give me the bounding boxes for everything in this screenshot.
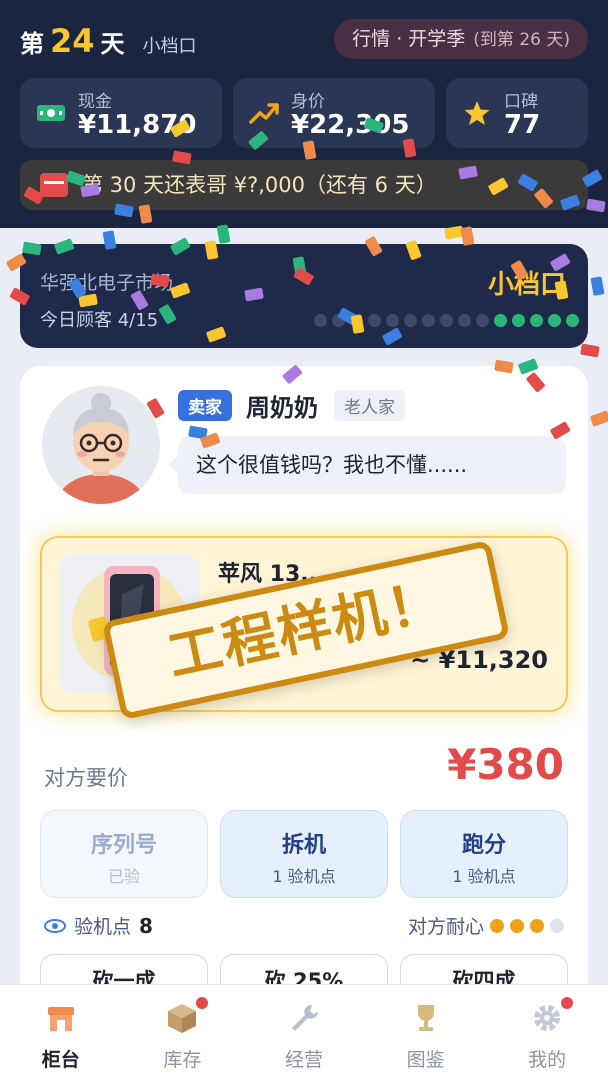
customer-dot	[476, 314, 489, 327]
inspection-points-value: 8	[139, 913, 153, 938]
customer-dot	[350, 314, 363, 327]
speech-bubble: 这个很值钱吗？我也不懂......	[168, 436, 566, 494]
eye-icon	[44, 918, 66, 933]
day-prefix: 第	[20, 30, 44, 58]
action-title: 拆机	[281, 833, 326, 858]
tab-collection[interactable]: 图鉴	[365, 985, 487, 1080]
action-title: 跑分	[461, 833, 506, 858]
market-event-label: 行情 · 开学季	[352, 28, 466, 50]
trade-card: 卖家 周奶奶 老人家 这个很值钱吗？我也不懂...... 苹风 13... ~ …	[20, 366, 588, 1014]
customer-dot	[494, 314, 507, 327]
action-cost: 1 验机点	[272, 867, 336, 886]
customer-dot	[404, 314, 417, 327]
customer-dot	[458, 314, 471, 327]
debt-notice-text: 第 30 天还表哥 ¥?,000（还有 6 天）	[82, 173, 437, 197]
confetti-piece	[580, 343, 600, 358]
tab-operations[interactable]: 经营	[243, 985, 365, 1080]
customer-dot	[368, 314, 381, 327]
confetti-piece	[460, 226, 475, 246]
patience-dot	[510, 918, 524, 933]
ask-price-value: ¥380	[447, 740, 564, 789]
gear-icon	[534, 1005, 561, 1031]
tab-profile[interactable]: 我的	[486, 985, 608, 1080]
customer-count: 今日顾客 4/15	[40, 310, 159, 331]
top-status-bar: 第 24 天 小档口 行情 · 开学季 (到第 26 天) 现金 ¥11,870 …	[0, 0, 608, 228]
action-title: 序列号	[90, 833, 157, 858]
teardown-button[interactable]: 拆机 1 验机点	[220, 810, 388, 898]
stat-value: ¥11,870	[78, 110, 197, 140]
customer-dot	[512, 314, 525, 327]
customer-avatar	[42, 386, 160, 504]
trend-up-icon	[249, 103, 279, 124]
tab-label: 柜台	[41, 1049, 80, 1071]
stat-label: 现金	[78, 92, 112, 112]
action-cost: 1 验机点	[452, 867, 516, 886]
notification-dot	[561, 997, 574, 1009]
location-banner: 华强北电子市场 今日顾客 4/15 小档口	[20, 244, 588, 348]
customer-name: 周奶奶	[246, 394, 318, 422]
grandma-avatar-icon	[57, 393, 145, 504]
wrench-icon	[291, 1005, 318, 1031]
tab-label: 图鉴	[406, 1049, 445, 1071]
customer-dot	[422, 314, 435, 327]
trophy-icon	[417, 1005, 434, 1031]
day-suffix: 天	[100, 30, 125, 58]
market-event-badge[interactable]: 行情 · 开学季 (到第 26 天)	[334, 19, 588, 59]
tab-label: 经营	[284, 1049, 323, 1071]
inspection-points: 验机点 8	[44, 912, 153, 939]
stat-value: ¥22,305	[291, 110, 410, 140]
patience-meter: 对方耐心	[408, 912, 564, 939]
stat-cash: 现金 ¥11,870	[20, 78, 222, 148]
shop-tier-tag: 小档口	[487, 270, 566, 300]
patience-label: 对方耐心	[407, 916, 484, 938]
market-event-until: (到第 26 天)	[473, 30, 570, 50]
confetti-piece	[590, 410, 608, 427]
tab-inventory[interactable]: 库存	[122, 985, 244, 1080]
inspection-points-label: 验机点	[74, 916, 132, 938]
stat-label: 身价	[291, 92, 325, 112]
stat-reputation: 口碑 77	[446, 78, 588, 148]
customer-dot	[332, 314, 345, 327]
ask-price-label: 对方要价	[44, 766, 128, 790]
patience-dots	[490, 918, 564, 933]
customer-dot	[386, 314, 399, 327]
customer-dot	[548, 314, 561, 327]
customer-dot	[314, 314, 327, 327]
star-icon	[464, 101, 490, 125]
notification-dot	[196, 997, 209, 1009]
customer-dot	[440, 314, 453, 327]
box-icon	[168, 1004, 197, 1033]
customer-dot	[566, 314, 579, 327]
tab-label: 库存	[163, 1049, 202, 1071]
tab-label: 我的	[528, 1049, 567, 1071]
cash-icon	[37, 105, 65, 121]
stat-label: 口碑	[504, 92, 538, 112]
customer-progress-dots	[314, 314, 579, 327]
confetti-piece	[590, 276, 605, 296]
day-counter: 第 24 天 小档口	[20, 22, 197, 60]
patience-dot	[490, 918, 504, 933]
stat-net-worth: 身价 ¥22,305	[233, 78, 435, 148]
customer-type-tag: 老人家	[334, 390, 405, 421]
location-name: 华强北电子市场	[40, 272, 174, 294]
tab-counter[interactable]: 柜台	[0, 985, 122, 1080]
role-badge: 卖家	[178, 390, 232, 421]
check-serial-button[interactable]: 序列号 已验	[40, 810, 208, 898]
benchmark-button[interactable]: 跑分 1 验机点	[400, 810, 568, 898]
shop-icon	[47, 1007, 74, 1031]
bottom-nav: 柜台 库存 经营 图鉴 我的	[0, 984, 608, 1080]
stat-value: 77	[504, 110, 541, 140]
customer-dot	[530, 314, 543, 327]
shop-level: 小档口	[142, 36, 197, 57]
day-number: 24	[50, 22, 95, 60]
patience-dot	[530, 918, 544, 933]
patience-dot	[550, 918, 564, 933]
bill-icon	[40, 173, 68, 197]
action-cost: 已验	[107, 867, 140, 886]
debt-notice[interactable]: 第 30 天还表哥 ¥?,000（还有 6 天）	[20, 160, 588, 210]
